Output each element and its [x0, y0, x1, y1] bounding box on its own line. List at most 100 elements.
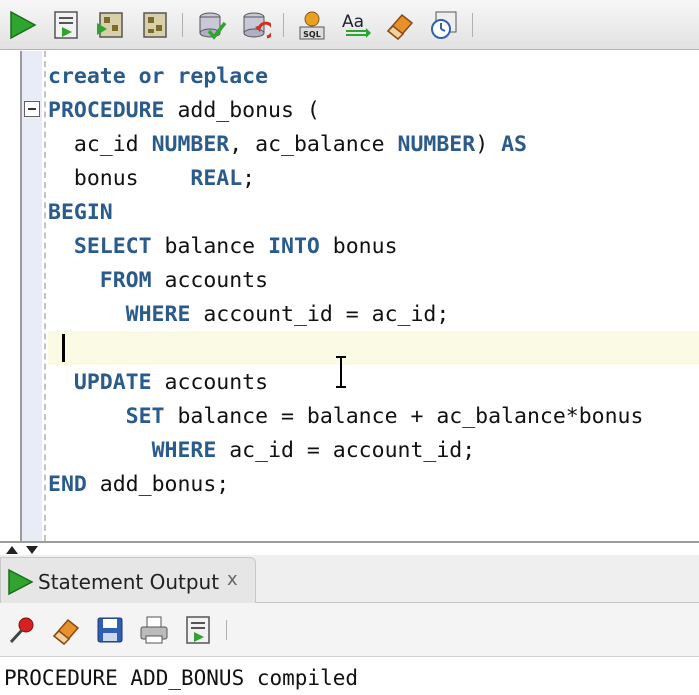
- pin-button[interactable]: [4, 612, 40, 648]
- code-text: , ac_balance: [229, 132, 398, 157]
- output-tabbar: Statement Output x: [0, 555, 699, 603]
- code-text: balance: [151, 234, 269, 259]
- sql-history-button[interactable]: [426, 7, 462, 43]
- print-icon: [140, 616, 168, 643]
- code-line[interactable]: bonus REAL;: [48, 162, 255, 196]
- tab-label: Statement Output: [38, 570, 220, 594]
- commit-icon: [199, 12, 227, 40]
- code-text: bonus: [319, 234, 398, 259]
- ibeam-cursor-icon: [336, 356, 346, 388]
- sql-history-icon: [431, 11, 457, 39]
- code-line[interactable]: END add_bonus;: [48, 468, 229, 502]
- tab-statement-output[interactable]: Statement Output x: [0, 557, 256, 603]
- code-text: balance = balance + ac_balance*bonus: [164, 404, 644, 429]
- code-text: accounts: [151, 370, 269, 395]
- code-text: bonus: [73, 166, 191, 191]
- sql-keyword: END: [48, 472, 87, 497]
- clear-output-button[interactable]: [48, 612, 84, 648]
- run-script-output-button[interactable]: [180, 612, 216, 648]
- toolbar-separator: [226, 619, 227, 640]
- toolbar-separator: [472, 12, 473, 37]
- commit-button[interactable]: [193, 7, 229, 43]
- run-statement-button[interactable]: [4, 7, 40, 43]
- sql-keyword: REAL: [190, 166, 243, 191]
- clear-button[interactable]: [382, 7, 418, 43]
- code-text: add_bonus;: [86, 472, 230, 497]
- code-line[interactable]: create or replace: [48, 60, 268, 94]
- sql-keyword: FROM: [99, 268, 152, 293]
- statement-output-area[interactable]: PROCEDURE ADD_BONUS compiled: [0, 657, 699, 695]
- sql-keyword: create or replace: [48, 64, 269, 89]
- sql-keyword: AS: [501, 132, 527, 157]
- code-line[interactable]: UPDATE accounts: [48, 366, 268, 400]
- sql-keyword: WHERE: [151, 438, 217, 463]
- sql-keyword: PROCEDURE: [48, 98, 165, 123]
- explain-plan-button[interactable]: [136, 7, 172, 43]
- code-text: ): [475, 132, 502, 157]
- to-upper-lower-button[interactable]: Aa: [338, 7, 374, 43]
- sql-keyword: NUMBER: [151, 132, 230, 157]
- svg-text:SQL: SQL: [303, 30, 321, 39]
- code-line[interactable]: FROM accounts: [48, 264, 268, 298]
- sql-keyword: SELECT: [73, 234, 152, 259]
- sql-tuning-advisor-icon: SQL: [299, 11, 325, 39]
- rollback-button[interactable]: [237, 7, 273, 43]
- output-toolbar: [0, 603, 699, 657]
- panel-splitter[interactable]: [0, 541, 699, 555]
- autotrace-icon: [97, 11, 123, 38]
- sql-keyword: BEGIN: [48, 200, 113, 225]
- code-text: accounts: [151, 268, 269, 293]
- save-icon: [97, 617, 123, 642]
- code-line[interactable]: WHERE account_id = ac_id;: [48, 298, 450, 332]
- gutter-divider: [44, 51, 46, 541]
- toolbar-separator: [283, 12, 284, 37]
- run-statement-icon: [8, 568, 34, 596]
- clear-output-icon: [52, 618, 80, 645]
- current-line-highlight: [48, 331, 699, 365]
- run-statement-icon: [10, 10, 37, 39]
- collapse-fold-icon[interactable]: [24, 101, 40, 117]
- code-line[interactable]: BEGIN: [48, 196, 113, 230]
- editor-gutter: [22, 51, 42, 541]
- close-tab-icon[interactable]: x: [227, 568, 238, 592]
- rollback-icon: [243, 12, 271, 38]
- explain-plan-icon: [143, 11, 167, 38]
- sql-keyword: WHERE: [125, 302, 191, 327]
- code-text: add_bonus (: [164, 98, 320, 123]
- sql-keyword: NUMBER: [397, 132, 476, 157]
- save-button[interactable]: [92, 612, 128, 648]
- autotrace-button[interactable]: [92, 7, 128, 43]
- code-line[interactable]: SET balance = balance + ac_balance*bonus: [48, 400, 644, 434]
- code-line[interactable]: SELECT balance INTO bonus: [48, 230, 398, 264]
- code-text: ac_id: [73, 132, 152, 157]
- code-text: account_id = ac_id;: [190, 302, 450, 327]
- sql-keyword: INTO: [268, 234, 320, 259]
- code-line[interactable]: WHERE ac_id = account_id;: [48, 434, 476, 468]
- run-script-icon: [54, 10, 78, 39]
- svg-text:Aa: Aa: [342, 12, 364, 32]
- sql-keyword: UPDATE: [73, 370, 152, 395]
- to-upper-lower-icon: Aa: [342, 12, 371, 38]
- run-script-output-icon: [186, 615, 210, 644]
- text-caret: [62, 334, 65, 362]
- toolbar-separator: [182, 12, 183, 37]
- code-line[interactable]: ac_id NUMBER, ac_balance NUMBER) AS: [48, 128, 527, 162]
- output-message: PROCEDURE ADD_BONUS compiled: [4, 666, 359, 690]
- code-text: ;: [242, 166, 256, 191]
- code-text: ac_id = account_id;: [216, 438, 476, 463]
- print-button[interactable]: [136, 612, 172, 648]
- code-line[interactable]: PROCEDURE add_bonus (: [48, 94, 320, 128]
- worksheet-toolbar: SQL Aa: [0, 0, 699, 50]
- sql-editor[interactable]: create or replace PROCEDURE add_bonus ( a…: [0, 51, 699, 541]
- pin-icon: [9, 617, 34, 643]
- run-script-button[interactable]: [48, 7, 84, 43]
- sql-tuning-advisor-button[interactable]: SQL: [294, 7, 330, 43]
